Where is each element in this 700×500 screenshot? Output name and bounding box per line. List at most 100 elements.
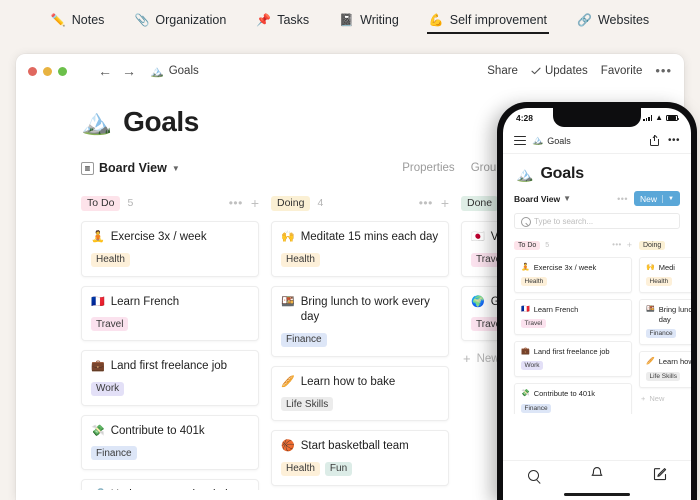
tab-organization[interactable]: 📎 Organization: [132, 9, 228, 36]
maximize-window-button[interactable]: [58, 66, 67, 76]
card-title: 🏀 Start basketball team: [281, 439, 439, 455]
ellipsis-icon[interactable]: •••: [668, 135, 680, 145]
phone-board-card[interactable]: 🧘 Exercise 3x / week Health: [514, 257, 632, 294]
board-card[interactable]: 🥖 Learn how to bake Life Skills: [271, 365, 449, 422]
card-title-text: Exercise 3x / week: [533, 263, 597, 272]
ellipsis-icon[interactable]: •••: [655, 64, 672, 77]
tag: Finance: [521, 403, 552, 413]
flexed-biceps-icon: 💪: [428, 12, 444, 27]
add-card-icon[interactable]: +: [627, 240, 632, 249]
board-card[interactable]: 🔗 Update personal website Work: [81, 479, 259, 490]
card-tags: Work: [521, 361, 625, 371]
ellipsis-icon[interactable]: •••: [419, 197, 433, 209]
card-title: 🥖 Learn how to bake: [281, 375, 439, 391]
column-header: To Do 5 ••• +: [81, 192, 259, 214]
phone-search-input[interactable]: Type to search...: [514, 213, 680, 229]
card-tags: Travel: [521, 319, 625, 329]
phone-board-card[interactable]: 🙌 Medi Health: [639, 257, 691, 294]
phone-board-view-selector[interactable]: Board View ▼: [514, 194, 571, 204]
ellipsis-icon[interactable]: •••: [612, 241, 622, 249]
column-count: 5: [545, 241, 550, 249]
card-emoji-icon: 🇫🇷: [521, 306, 530, 314]
board-card[interactable]: 🏀 Start basketball team Health Fun: [271, 430, 449, 486]
updates-label: Updates: [544, 65, 588, 77]
phone-search-placeholder: Type to search...: [534, 216, 594, 226]
phone-board-card[interactable]: 💸 Contribute to 401k Finance: [514, 383, 632, 414]
add-card-icon[interactable]: +: [251, 196, 259, 210]
breadcrumb[interactable]: 🏔️ Goals: [150, 65, 199, 78]
updates-button[interactable]: Updates: [531, 65, 588, 77]
bell-icon[interactable]: [590, 466, 604, 486]
board-card[interactable]: 💸 Contribute to 401k Finance: [81, 414, 259, 471]
board-card[interactable]: 🙌 Meditate 15 mins each day Health: [271, 221, 449, 277]
card-title: 🧘 Exercise 3x / week: [91, 230, 249, 246]
properties-button[interactable]: Properties: [402, 162, 454, 174]
ellipsis-icon[interactable]: •••: [229, 197, 243, 209]
add-card-icon[interactable]: +: [441, 196, 449, 210]
board-view-selector[interactable]: ▥ Board View ▼: [81, 161, 180, 175]
card-emoji-icon: 🍱: [646, 306, 655, 314]
tab-notes[interactable]: ✏️ Notes: [49, 9, 107, 36]
tag: Travel: [521, 319, 546, 329]
window-actions: Share Updates Favorite •••: [487, 64, 672, 77]
tab-writing[interactable]: 📓 Writing: [337, 9, 401, 36]
tab-tasks[interactable]: 📌 Tasks: [254, 9, 311, 36]
card-tags: Health: [281, 252, 439, 267]
phone-menu-icon[interactable]: [514, 136, 526, 145]
chevron-down-icon: ▼: [563, 194, 572, 203]
phone-kanban-board: To Do 5 ••• + 🧘 Exercise 3x / week Healt…: [503, 238, 691, 414]
status-badge: Done: [461, 195, 499, 211]
tab-websites[interactable]: 🔗 Websites: [575, 9, 651, 36]
sidebar-toggle-icon[interactable]: [79, 66, 93, 77]
column-count: 4: [317, 197, 324, 209]
card-title-text: Land first freelance job: [110, 360, 228, 373]
card-tags: Health Fun: [281, 461, 439, 476]
forward-arrow-icon[interactable]: →: [122, 64, 136, 78]
phone-column-doing: Doing 🙌 Medi Health 🍱 Bring lunch to: [639, 238, 691, 414]
card-tags: Finance: [646, 329, 691, 339]
wifi-icon: ▲: [655, 113, 663, 122]
tab-label: Organization: [155, 12, 227, 27]
phone-new-button[interactable]: New ▼: [634, 191, 680, 206]
close-window-button[interactable]: [28, 66, 37, 76]
card-title-text: Medi: [658, 263, 675, 272]
card-title: 🧘 Exercise 3x / week: [521, 263, 625, 273]
phone-add-new-card-doing[interactable]: + New: [639, 394, 691, 403]
share-button[interactable]: Share: [487, 65, 518, 77]
phone-page-title: 🏔️ Goals: [503, 154, 691, 191]
board-card[interactable]: 🧘 Exercise 3x / week Health: [81, 221, 259, 277]
card-title: 🇫🇷 Learn French: [91, 295, 249, 311]
tab-self-improvement[interactable]: 💪 Self improvement: [426, 9, 550, 36]
card-emoji-icon: 🧘: [521, 264, 530, 271]
battery-icon: [666, 114, 680, 122]
board-card[interactable]: 🇫🇷 Learn French Travel: [81, 285, 259, 342]
card-title: 🍱 Bring lunch to work every day: [281, 295, 439, 326]
card-emoji-icon: 🇯🇵: [471, 231, 485, 243]
back-arrow-icon[interactable]: ←: [98, 64, 112, 78]
search-icon[interactable]: [527, 469, 541, 483]
minimize-window-button[interactable]: [43, 66, 52, 76]
status-badge: Doing: [271, 195, 311, 211]
new-label: New: [649, 393, 665, 403]
card-title: 🙌 Meditate 15 mins each day: [281, 230, 439, 246]
phone-board-card[interactable]: 🇫🇷 Learn French Travel: [514, 299, 632, 336]
card-tags: Finance: [91, 446, 249, 461]
tag: Life Skills: [281, 397, 334, 412]
phone-board-card[interactable]: 💼 Land first freelance job Work: [514, 341, 632, 378]
favorite-button[interactable]: Favorite: [601, 65, 643, 77]
card-title: 🙌 Medi: [646, 263, 691, 273]
mountain-icon: 🏔️: [532, 135, 544, 145]
card-title: 💼 Land first freelance job: [91, 359, 249, 375]
share-icon[interactable]: [649, 135, 659, 146]
tag: Finance: [91, 446, 137, 461]
compose-icon[interactable]: [653, 467, 667, 486]
board-card[interactable]: 🍱 Bring lunch to work every day Finance: [271, 285, 449, 357]
search-icon: [521, 217, 531, 227]
ellipsis-icon[interactable]: •••: [617, 194, 628, 203]
board-card[interactable]: 💼 Land first freelance job Work: [81, 350, 259, 406]
phone-breadcrumb[interactable]: 🏔️ Goals: [532, 135, 571, 146]
phone-view-actions: ••• New ▼: [617, 191, 680, 206]
phone-board-card[interactable]: 🍱 Bring lunch to work every day Finance: [639, 299, 691, 346]
phone-board-card[interactable]: 🥖 Learn how to bake Life Skills: [639, 351, 691, 388]
tab-label: Websites: [597, 12, 650, 27]
